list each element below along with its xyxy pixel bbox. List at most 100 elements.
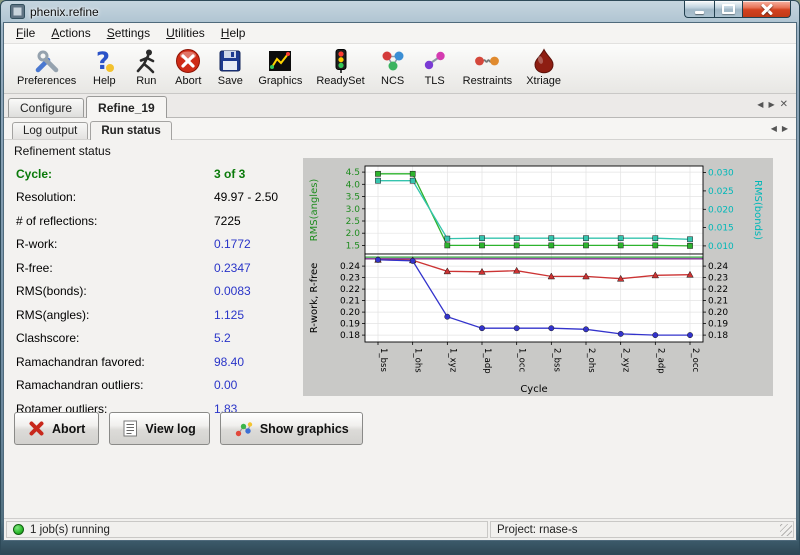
toolbar-label: Abort [175,75,201,87]
abort-button[interactable]: Abort [14,412,99,445]
stat-row-rama-outliers: Ramachandran outliers: 0.00 [16,374,302,398]
xtriage-icon [530,47,558,75]
minimize-button[interactable] [684,1,714,18]
stat-row-r-free: R-free: 0.2347 [16,256,302,280]
molecules-icon [379,47,407,75]
subtab-scroll-right-icon[interactable]: ▶ [782,124,788,133]
menu-settings[interactable]: Settings [99,24,158,42]
stat-label: Resolution: [16,190,214,204]
svg-text:3.0: 3.0 [346,205,361,215]
svg-text:0.010: 0.010 [708,242,734,252]
tab-scroll-controls: ◀ ▶ ✕ [757,99,788,110]
titlebar[interactable]: phenix.refine [3,1,797,22]
resize-grip[interactable] [780,524,792,536]
stat-label: RMS(angles): [16,308,214,322]
subtab-scroll-controls: ◀ ▶ [771,124,788,133]
svg-text:0.24: 0.24 [708,262,728,272]
svg-text:0.23: 0.23 [708,274,728,284]
subtab-label: Run status [101,125,160,137]
project-text: Project: rnase-s [497,524,578,536]
subtab-label: Log output [23,125,77,137]
minimize-icon [695,11,704,14]
toolbar-preferences[interactable]: Preferences [10,46,83,87]
svg-text:0.025: 0.025 [708,187,734,197]
svg-text:1.5: 1.5 [346,241,360,251]
toolbar-xtriage[interactable]: Xtriage [519,46,568,87]
svg-text:0.21: 0.21 [708,297,728,307]
svg-text:0.21: 0.21 [340,297,360,307]
client-area: File Actions Settings Utilities Help Pre… [3,22,797,541]
tab-scroll-left-icon[interactable]: ◀ [757,100,763,109]
svg-text:RMS(bonds): RMS(bonds) [752,180,763,240]
run-icon [132,47,160,75]
svg-text:0.23: 0.23 [340,274,360,284]
toolbar-label: Preferences [17,75,76,87]
toolbar-label: Xtriage [526,75,561,87]
svg-text:2.0: 2.0 [346,229,361,239]
svg-text:4.0: 4.0 [346,180,361,190]
menu-utilities[interactable]: Utilities [158,24,213,42]
stat-row-resolution: Resolution: 49.97 - 2.50 [16,186,302,210]
menu-actions[interactable]: Actions [43,24,98,42]
stat-value: 0.1772 [214,237,302,251]
svg-text:0.24: 0.24 [340,262,360,272]
run-status-panel: Refinement status Cycle: 3 of 3 Resoluti… [4,140,796,518]
toolbar-restraints[interactable]: Restraints [456,46,520,87]
help-icon: ? [90,47,118,75]
subtab-log-output[interactable]: Log output [12,122,88,139]
stat-label: # of reflections: [16,214,214,228]
tab-bar: Configure Refine_19 ◀ ▶ ✕ [4,94,796,118]
stat-value: 0.2347 [214,261,302,275]
stat-row-reflections: # of reflections: 7225 [16,209,302,233]
svg-text:0.19: 0.19 [340,320,360,330]
maximize-button[interactable] [714,1,743,18]
toolbar-label: Help [93,75,116,87]
show-graphics-button-label: Show graphics [260,422,349,436]
toolbar-abort[interactable]: Abort [167,46,209,87]
tab-scroll-right-icon[interactable]: ▶ [768,100,774,109]
abort-icon [174,47,202,75]
show-graphics-button[interactable]: Show graphics [220,412,363,445]
subtab-scroll-left-icon[interactable]: ◀ [771,124,777,133]
subtab-run-status[interactable]: Run status [90,121,171,140]
svg-text:R-work, R-free: R-work, R-free [309,263,320,334]
close-icon [760,2,774,16]
stat-value: 0.0083 [214,284,302,298]
toolbar-graphics[interactable]: Graphics [251,46,309,87]
toolbar-save[interactable]: Save [209,46,251,87]
abort-button-label: Abort [52,422,85,436]
stat-label: Ramachandran outliers: [16,378,214,392]
svg-text:2.5: 2.5 [346,217,360,227]
toolbar: Preferences ? Help Run Abort [4,44,796,94]
tab-close-icon[interactable]: ✕ [780,99,788,110]
menu-file[interactable]: File [8,24,43,42]
svg-text:0.20: 0.20 [708,308,728,318]
stat-row-rms-angles: RMS(angles): 1.125 [16,303,302,327]
svg-text:0.22: 0.22 [340,285,360,295]
tab-refine-19[interactable]: Refine_19 [86,96,167,118]
toolbar-help[interactable]: ? Help [83,46,125,87]
stat-label: RMS(bonds): [16,284,214,298]
svg-text:0.20: 0.20 [340,308,360,318]
toolbar-readyset[interactable]: ReadySet [309,46,371,87]
stat-value: 7225 [214,214,302,228]
svg-text:0.22: 0.22 [708,285,728,295]
svg-text:2_bss: 2_bss [551,348,561,372]
menu-help[interactable]: Help [213,24,254,42]
toolbar-ncs[interactable]: NCS [372,46,414,87]
svg-text:0.030: 0.030 [708,169,734,179]
view-log-button[interactable]: View log [109,412,209,445]
tab-configure[interactable]: Configure [8,98,84,117]
svg-text:2_adp: 2_adp [655,348,665,374]
svg-text:2_xyz: 2_xyz [621,348,631,373]
toolbar-tls[interactable]: TLS [414,46,456,87]
svg-text:1_bss: 1_bss [378,348,388,372]
toolbar-run[interactable]: Run [125,46,167,87]
graphics-dots-icon [234,420,253,438]
menubar: File Actions Settings Utilities Help [4,23,796,44]
chart-panel: 1.52.02.53.03.54.04.50.0100.0150.0200.02… [303,158,773,396]
stat-value: 1.125 [214,308,302,322]
svg-text:0.18: 0.18 [708,331,728,341]
tools-icon [33,47,61,75]
close-button[interactable] [743,1,791,18]
